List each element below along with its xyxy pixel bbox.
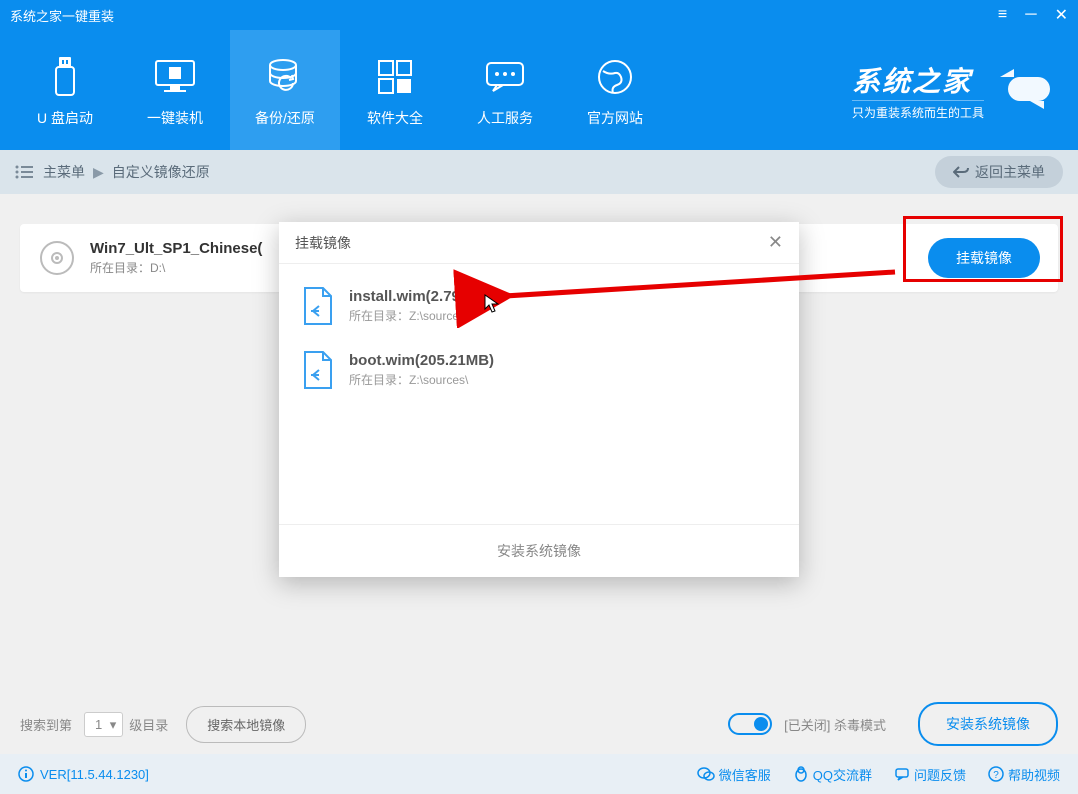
wim-name: boot.wim(205.21MB) bbox=[349, 352, 494, 369]
chat-icon bbox=[483, 52, 527, 102]
nav-software[interactable]: 软件大全 bbox=[340, 30, 450, 150]
antivirus-toggle[interactable] bbox=[728, 713, 772, 735]
nav-one-click[interactable]: 一键装机 bbox=[120, 30, 230, 150]
close-icon[interactable]: ✕ bbox=[1055, 5, 1068, 25]
wim-name: install.wim(2.79GB) bbox=[349, 288, 487, 305]
titlebar: 系统之家一键重装 ≡ ─ ✕ bbox=[0, 0, 1078, 30]
qq-icon bbox=[793, 766, 809, 782]
apps-grid-icon bbox=[375, 52, 415, 102]
brand-logo-icon bbox=[994, 65, 1058, 115]
depth-suffix: 级目录 bbox=[129, 715, 168, 734]
install-system-button[interactable]: 安装系统镜像 bbox=[918, 702, 1058, 746]
nav-support[interactable]: 人工服务 bbox=[450, 30, 560, 150]
version-info[interactable]: VER[11.5.44.1230] bbox=[18, 766, 149, 782]
wim-path: 所在目录：Z:\sources\ bbox=[349, 371, 494, 388]
mount-image-modal: 挂载镜像 ✕ install.wim(2.79GB) 所在目录：Z:\sourc… bbox=[279, 222, 799, 577]
globe-icon bbox=[595, 52, 635, 102]
breadcrumb-bar: 主菜单 ▶ 自定义镜像还原 返回主菜单 bbox=[0, 150, 1078, 194]
monitor-icon bbox=[152, 52, 198, 102]
file-icon bbox=[301, 286, 335, 326]
nav-website[interactable]: 官方网站 bbox=[560, 30, 670, 150]
modal-install-button[interactable]: 安装系统镜像 bbox=[279, 524, 799, 577]
svg-text:?: ? bbox=[993, 770, 999, 781]
nav-backup-restore[interactable]: 备份/还原 bbox=[230, 30, 340, 150]
feedback-link[interactable]: 问题反馈 bbox=[894, 765, 966, 784]
wim-item-install[interactable]: install.wim(2.79GB) 所在目录：Z:\sources\ bbox=[279, 274, 799, 338]
info-icon bbox=[18, 766, 34, 782]
help-icon: ? bbox=[988, 766, 1004, 782]
database-refresh-icon bbox=[265, 52, 305, 102]
back-main-menu-button[interactable]: 返回主菜单 bbox=[935, 156, 1063, 188]
search-local-button[interactable]: 搜索本地镜像 bbox=[186, 706, 306, 743]
window-controls: ≡ ─ ✕ bbox=[998, 5, 1068, 25]
file-icon bbox=[301, 350, 335, 390]
bottom-bar: 搜索到第 1 ▾ 级目录 搜索本地镜像 [已关闭] 杀毒模式 安装系统镜像 bbox=[0, 694, 1078, 754]
brand-title: 系统之家 bbox=[852, 60, 984, 100]
qq-group-link[interactable]: QQ交流群 bbox=[793, 765, 872, 784]
menu-icon[interactable]: ≡ bbox=[998, 6, 1007, 24]
search-depth-label: 搜索到第 bbox=[20, 715, 72, 734]
wechat-support-link[interactable]: 微信客服 bbox=[697, 765, 771, 784]
app-title: 系统之家一键重装 bbox=[10, 6, 998, 25]
modal-title: 挂载镜像 bbox=[295, 233, 768, 253]
help-video-link[interactable]: ? 帮助视频 bbox=[988, 765, 1060, 784]
modal-close-button[interactable]: ✕ bbox=[768, 232, 783, 253]
toggle-label: [已关闭] 杀毒模式 bbox=[784, 715, 886, 734]
wechat-icon bbox=[697, 766, 715, 782]
depth-select[interactable]: 1 ▾ bbox=[84, 712, 123, 737]
main-toolbar: U 盘启动 一键装机 备份/还原 软件大全 人工服务 官方网站 系统之家 只为重… bbox=[0, 30, 1078, 150]
wim-path: 所在目录：Z:\sources\ bbox=[349, 307, 487, 324]
brand-subtitle: 只为重装系统而生的工具 bbox=[852, 100, 984, 121]
disc-icon bbox=[38, 239, 76, 277]
brand: 系统之家 只为重装系统而生的工具 bbox=[852, 60, 1068, 121]
chevron-down-icon: ▾ bbox=[110, 717, 117, 733]
list-icon bbox=[15, 165, 33, 179]
breadcrumb-root[interactable]: 主菜单 bbox=[43, 162, 85, 182]
breadcrumb-current: 自定义镜像还原 bbox=[112, 162, 210, 182]
undo-icon bbox=[953, 165, 969, 179]
wim-item-boot[interactable]: boot.wim(205.21MB) 所在目录：Z:\sources\ bbox=[279, 338, 799, 402]
usb-icon bbox=[50, 52, 80, 102]
chevron-right-icon: ▶ bbox=[93, 164, 104, 181]
minimize-icon[interactable]: ─ bbox=[1025, 6, 1036, 24]
feedback-icon bbox=[894, 766, 910, 782]
mount-image-button[interactable]: 挂载镜像 bbox=[928, 238, 1040, 278]
status-bar: VER[11.5.44.1230] 微信客服 QQ交流群 问题反馈 ? 帮助视频 bbox=[0, 754, 1078, 794]
nav-usb-boot[interactable]: U 盘启动 bbox=[10, 30, 120, 150]
